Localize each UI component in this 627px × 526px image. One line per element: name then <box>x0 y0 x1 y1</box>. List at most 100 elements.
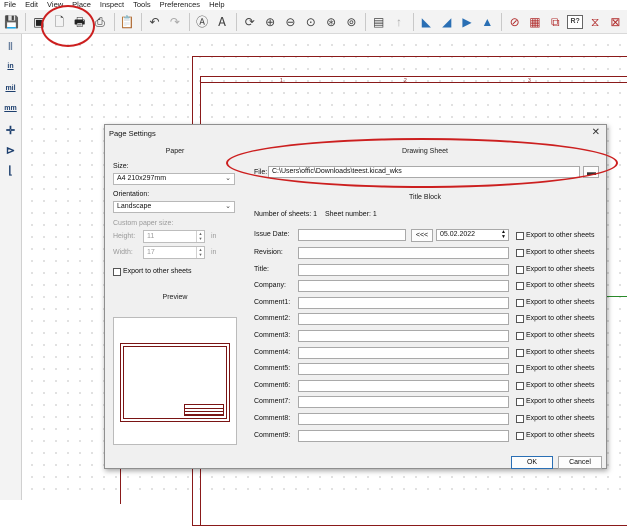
export-to-other-sheets-checkbox[interactable] <box>516 298 524 307</box>
annotate-icon[interactable]: R? <box>566 14 584 29</box>
copy-date-button[interactable]: <<< <box>411 229 433 242</box>
zoom-selection-icon[interactable]: ⊚ <box>343 13 360 31</box>
sheet-number: Sheet number: 1 <box>325 211 377 218</box>
export-to-other-sheets-label: Export to other sheets <box>526 381 595 389</box>
spin-arrows-icon[interactable]: ▲ ▼ <box>196 231 204 242</box>
units-mil-button[interactable]: mil <box>2 80 19 97</box>
menu-file[interactable]: File <box>4 0 16 10</box>
hierarchy-navigator-icon[interactable]: ▤ <box>370 13 387 31</box>
find-icon[interactable]: Ⓐ <box>194 13 211 31</box>
rotate-cw-icon[interactable]: ◢ <box>438 13 455 31</box>
export-to-other-sheets-checkbox[interactable] <box>516 398 524 407</box>
export-to-other-sheets-checkbox[interactable] <box>516 315 524 324</box>
menu-bar: File Edit View Place Inspect Tools Prefe… <box>0 0 627 10</box>
undo-icon[interactable]: ↶ <box>146 13 163 31</box>
size-label: Size: <box>113 163 129 170</box>
title-block-field-input[interactable] <box>298 413 509 425</box>
sheet-column-number: 1 <box>280 78 283 84</box>
toolbar-separator <box>365 12 367 31</box>
export-to-other-sheets-checkbox[interactable] <box>516 265 524 274</box>
title-block-field-label: Comment8: <box>254 415 291 422</box>
title-block-field-input[interactable] <box>298 429 509 442</box>
export-to-other-sheets-checkbox[interactable] <box>516 249 524 257</box>
hidden-pins-icon[interactable]: ⊳ <box>2 142 19 159</box>
units-inch-button[interactable]: in <box>2 58 19 75</box>
ok-button[interactable]: OK <box>511 456 553 469</box>
leave-sheet-icon[interactable]: ↑ <box>390 13 407 31</box>
zoom-in-icon[interactable]: ⊕ <box>261 13 278 31</box>
title-block-field-label: Comment5: <box>254 365 291 373</box>
toolbar-separator <box>25 12 27 31</box>
mirror-vertical-icon[interactable]: ▶ <box>458 13 475 31</box>
title-block-field-input[interactable] <box>298 379 509 392</box>
menu-tools[interactable]: Tools <box>133 0 151 10</box>
height-unit: in <box>211 233 217 240</box>
sheet-column-number: 2 <box>404 78 407 84</box>
title-block-field-input[interactable] <box>298 280 509 293</box>
orientation-value: Landscape <box>117 203 152 210</box>
date-picker[interactable]: 05.02.2022 ▲ ▼ <box>436 229 509 241</box>
width-value: 17 <box>147 249 155 256</box>
paper-size-select[interactable]: A4 210x297mm ⌄ <box>113 173 235 185</box>
erc-icon[interactable]: ⊘ <box>506 13 523 31</box>
title-block-field-input[interactable] <box>298 313 509 326</box>
width-input[interactable]: 17 ▲ ▼ <box>143 246 205 259</box>
left-toolbar: ⣿ in mil mm ✛ ⊳ ⌊ <box>0 34 22 500</box>
custom-size-label: Custom paper size: <box>113 220 174 227</box>
title-block-field-label: Comment7: <box>254 398 291 406</box>
bom-icon[interactable]: ⊠ <box>607 13 624 31</box>
save-icon[interactable]: 💾 <box>3 13 20 31</box>
issue-date-label: Issue Date: <box>254 231 290 238</box>
grid-toggle-icon[interactable]: ⣿ <box>2 37 19 54</box>
export-to-other-sheets-checkbox[interactable] <box>516 415 524 423</box>
paper-export-checkbox[interactable] <box>113 268 121 276</box>
find-replace-icon[interactable]: Ꭺ <box>214 13 231 31</box>
zoom-out-icon[interactable]: ⊖ <box>282 13 299 31</box>
number-of-sheets: Number of sheets: 1 <box>254 211 318 218</box>
redo-icon[interactable]: ↷ <box>166 13 183 31</box>
symbol-editor-icon[interactable]: ⧉ <box>547 13 564 31</box>
export-to-other-sheets-checkbox[interactable] <box>516 332 524 340</box>
export-to-other-sheets-checkbox[interactable] <box>516 348 524 357</box>
menu-edit[interactable]: Edit <box>25 0 38 10</box>
orientation-select[interactable]: Landscape ⌄ <box>113 201 235 213</box>
export-to-other-sheets-checkbox[interactable] <box>516 431 524 440</box>
title-block-field-input[interactable] <box>298 396 509 409</box>
export-to-other-sheets-label: Export to other sheets <box>526 431 595 439</box>
refresh-icon[interactable]: ⟳ <box>241 13 258 31</box>
menu-help[interactable]: Help <box>209 0 224 10</box>
title-block-field-input[interactable] <box>298 263 509 276</box>
wire-segment[interactable] <box>607 296 627 297</box>
line-mode-icon[interactable]: ⌊ <box>2 162 19 179</box>
title-block-field-input[interactable] <box>298 363 509 376</box>
issue-date-input[interactable] <box>298 229 406 241</box>
export-to-other-sheets-checkbox[interactable] <box>516 282 524 291</box>
title-block-field-input[interactable] <box>298 247 509 259</box>
paper-header: Paper <box>165 148 185 155</box>
title-block-field-input[interactable] <box>298 330 509 342</box>
issue-date-export-checkbox[interactable] <box>516 232 524 240</box>
cancel-button[interactable]: Cancel <box>558 456 602 469</box>
spin-arrows-icon[interactable]: ▲ ▼ <box>196 247 204 258</box>
export-to-other-sheets-checkbox[interactable] <box>516 381 524 390</box>
close-icon[interactable]: ✕ <box>592 127 600 138</box>
paste-icon[interactable]: 📋 <box>119 13 136 31</box>
title-block-field-input[interactable] <box>298 296 509 309</box>
units-mm-button[interactable]: mm <box>2 100 19 117</box>
export-to-other-sheets-checkbox[interactable] <box>516 365 524 374</box>
mirror-horizontal-icon[interactable]: ▲ <box>479 13 496 31</box>
title-block-field-input[interactable] <box>298 346 509 359</box>
zoom-objects-icon[interactable]: ⊛ <box>322 13 339 31</box>
symbol-fields-icon[interactable]: ▦ <box>526 13 543 31</box>
zoom-fit-icon[interactable]: ⊙ <box>302 13 319 31</box>
title-block-field-label: Comment9: <box>254 431 291 439</box>
rotate-ccw-icon[interactable]: ◣ <box>418 13 435 31</box>
menu-preferences[interactable]: Preferences <box>160 0 200 10</box>
title-block-field-label: Comment2: <box>254 315 291 323</box>
cursor-icon[interactable]: ✛ <box>2 122 19 139</box>
netlist-icon[interactable]: ⧖ <box>586 13 603 31</box>
toolbar-separator <box>188 12 190 31</box>
menu-inspect[interactable]: Inspect <box>100 0 124 10</box>
spin-arrows-icon[interactable]: ▲ ▼ <box>501 230 506 240</box>
height-input[interactable]: 11 ▲ ▼ <box>143 230 205 243</box>
